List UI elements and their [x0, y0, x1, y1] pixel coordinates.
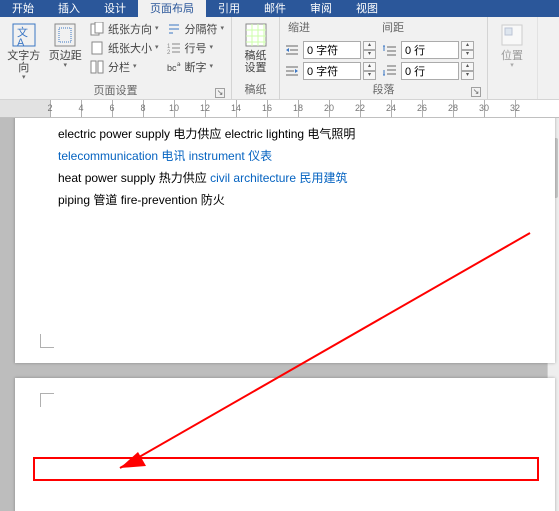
spacing-before-input[interactable]	[401, 41, 459, 59]
indent-right-row: ▴▾	[284, 62, 376, 80]
breaks-button[interactable]: 分隔符▾	[163, 19, 227, 38]
manuscript-label: 稿纸 设置	[245, 50, 267, 74]
text-direction-label: 文字方向	[4, 50, 43, 74]
group-manuscript: 稿纸 设置 稿纸	[232, 17, 280, 99]
manuscript-button[interactable]: 稿纸 设置	[236, 19, 275, 74]
tab-page-layout[interactable]: 页面布局	[138, 0, 206, 17]
indent-left-row: ▴▾	[284, 41, 376, 59]
dialog-launcher-icon[interactable]: ↘	[471, 87, 481, 97]
indent-right-input[interactable]	[303, 62, 361, 80]
chevron-down-icon: ▾	[510, 61, 514, 69]
spin-down[interactable]: ▾	[461, 50, 474, 59]
spin-down[interactable]: ▾	[363, 71, 376, 80]
group-arrange: 位置 ▾	[488, 17, 538, 99]
document-page-2[interactable]: aseismatic, quake-proof 防震 anti-corrosio…	[15, 378, 555, 511]
chevron-down-icon: ▾	[209, 62, 213, 70]
indent-header: 缩进	[288, 19, 310, 35]
chevron-down-icon: ▾	[63, 61, 67, 69]
svg-text:A: A	[17, 37, 25, 48]
group-label-page-setup: 页面设置↘	[4, 81, 227, 100]
columns-icon	[90, 59, 105, 74]
svg-text:2: 2	[167, 50, 171, 55]
page1-content[interactable]: electric power supply 电力供应 electric ligh…	[58, 123, 535, 211]
spin-down[interactable]: ▾	[363, 50, 376, 59]
spacing-after-input[interactable]	[401, 62, 459, 80]
chevron-down-icon: ▾	[133, 62, 137, 70]
orientation-icon	[90, 21, 105, 36]
group-label-manuscript: 稿纸	[236, 80, 275, 99]
document-area: electric power supply 电力供应 electric ligh…	[0, 118, 559, 511]
ribbon-tabstrip: 开始 插入 设计 页面布局 引用 邮件 审阅 视图	[0, 0, 559, 17]
line-numbers-icon: 12	[166, 40, 181, 55]
indent-left-icon	[284, 43, 301, 57]
doc-line[interactable]: electric power supply 电力供应 electric ligh…	[58, 123, 535, 145]
spacing-after-row: ▴▾	[382, 62, 474, 80]
svg-text:a-: a-	[177, 62, 181, 68]
doc-line[interactable]: piping 管道 fire-prevention 防火	[58, 189, 535, 211]
spacing-after-icon	[382, 64, 399, 78]
chevron-down-icon: ▾	[22, 73, 26, 81]
chevron-down-icon: ▾	[155, 24, 159, 32]
document-page-1[interactable]: electric power supply 电力供应 electric ligh…	[15, 118, 555, 363]
size-icon	[90, 40, 105, 55]
text-direction-button[interactable]: 文A 文字方向 ▾	[4, 19, 43, 81]
page-corner-mark	[40, 330, 58, 348]
spin-up[interactable]: ▴	[363, 41, 376, 50]
tab-insert[interactable]: 插入	[46, 0, 92, 17]
hyphenation-button[interactable]: bca-断字▾	[163, 57, 227, 76]
spin-up[interactable]: ▴	[461, 62, 474, 71]
group-page-setup: 文A 文字方向 ▾ 页边距 ▾ 纸张方向▾ 纸张大小▾ 分栏▾ 分隔符▾ 12行…	[0, 17, 232, 99]
chevron-down-icon: ▾	[209, 43, 213, 51]
line-numbers-button[interactable]: 12行号▾	[163, 38, 227, 57]
doc-line[interactable]: telecommunication 电讯 instrument 仪表	[58, 145, 535, 167]
tab-design[interactable]: 设计	[92, 0, 138, 17]
doc-line[interactable]: heat power supply 热力供应 civil architectur…	[58, 167, 535, 189]
spin-up[interactable]: ▴	[363, 62, 376, 71]
spin-down[interactable]: ▾	[461, 71, 474, 80]
margins-button[interactable]: 页边距 ▾	[45, 19, 84, 69]
tab-references[interactable]: 引用	[206, 0, 252, 17]
position-button[interactable]: 位置 ▾	[492, 19, 532, 69]
breaks-icon	[166, 21, 181, 36]
chevron-down-icon: ▾	[220, 24, 224, 32]
columns-button[interactable]: 分栏▾	[87, 57, 162, 76]
spacing-header: 间距	[382, 19, 404, 35]
spacing-before-row: ▴▾	[382, 41, 474, 59]
spin-up[interactable]: ▴	[461, 41, 474, 50]
tab-home[interactable]: 开始	[0, 0, 46, 17]
tab-mailings[interactable]: 邮件	[252, 0, 298, 17]
svg-text:bc: bc	[167, 63, 177, 73]
hyphenation-icon: bca-	[166, 59, 181, 74]
chevron-down-icon: ▾	[155, 43, 159, 51]
annotation-red-box	[33, 457, 539, 481]
tab-view[interactable]: 视图	[344, 0, 390, 17]
ribbon: 文A 文字方向 ▾ 页边距 ▾ 纸张方向▾ 纸张大小▾ 分栏▾ 分隔符▾ 12行…	[0, 17, 559, 100]
size-button[interactable]: 纸张大小▾	[87, 38, 162, 57]
dialog-launcher-icon[interactable]: ↘	[215, 88, 225, 98]
group-paragraph: 缩进 间距 ▴▾ ▴▾	[280, 17, 488, 99]
group-label-paragraph: 段落↘	[284, 80, 483, 99]
tab-review[interactable]: 审阅	[298, 0, 344, 17]
page-corner-mark	[40, 393, 58, 411]
horizontal-ruler[interactable]: 2468101214161820222426283032	[0, 100, 559, 118]
spacing-before-icon	[382, 43, 399, 57]
indent-left-input[interactable]	[303, 41, 361, 59]
orientation-button[interactable]: 纸张方向▾	[87, 19, 162, 38]
indent-right-icon	[284, 64, 301, 78]
